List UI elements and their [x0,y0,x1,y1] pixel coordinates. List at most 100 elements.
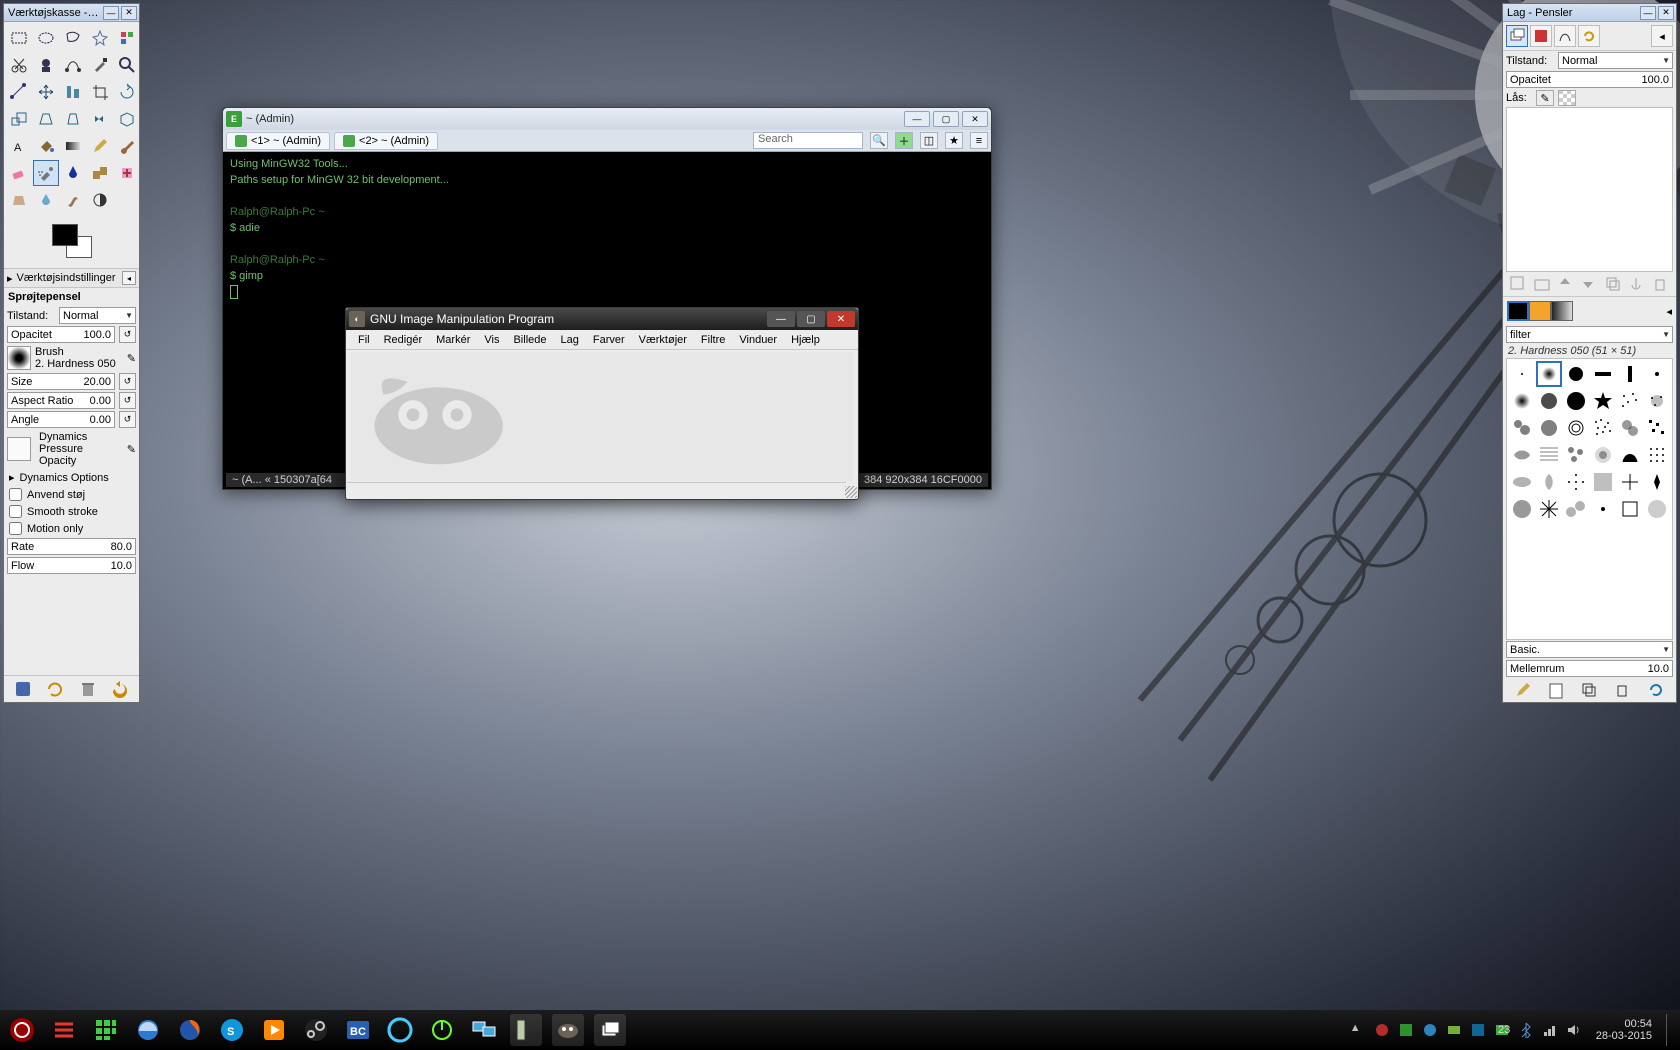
menu-billede[interactable]: Billede [507,332,552,348]
refresh-brushes-icon[interactable] [1647,681,1665,699]
raise-layer-icon[interactable] [1557,275,1575,293]
menu-hjaelp[interactable]: Hjælp [785,332,826,348]
taskbar-clock[interactable]: 00:54 28-03-2015 [1590,1018,1658,1042]
brush-item[interactable] [1644,469,1670,495]
brush-item[interactable] [1617,496,1643,522]
scale-tool[interactable] [6,106,32,132]
brush-item[interactable] [1563,496,1589,522]
angle-reset-icon[interactable]: ↺ [119,411,136,428]
brush-item[interactable] [1536,469,1562,495]
color-picker-tool[interactable] [87,52,113,78]
dynamics-icon[interactable] [7,437,31,461]
brush-item[interactable] [1536,361,1562,387]
paths-tab[interactable] [1554,25,1576,47]
lock-alpha-icon[interactable] [1558,90,1576,106]
brush-item[interactable] [1644,415,1670,441]
minimize-button[interactable]: — [904,111,930,127]
tray-icon[interactable] [1422,1022,1438,1038]
pencil-tool[interactable] [87,133,113,159]
menu-vaerktojer[interactable]: Værktøjer [633,332,693,348]
taskbar-app-firefox[interactable] [174,1014,206,1046]
text-tool[interactable]: A [6,133,32,159]
zoom-tool[interactable] [114,52,140,78]
new-layer-icon[interactable] [1509,275,1527,293]
gradients-tab[interactable] [1551,301,1573,321]
duplicate-brush-icon[interactable] [1580,681,1598,699]
brush-item[interactable] [1536,496,1562,522]
flow-slider[interactable]: Flow10.0 [7,557,136,574]
blend-tool[interactable] [60,133,86,159]
taskbar-app-menu[interactable] [48,1014,80,1046]
minimize-button[interactable]: — [1640,6,1656,20]
tray-icon[interactable] [1398,1022,1414,1038]
dodge-burn-tool[interactable] [87,187,113,213]
brush-item[interactable] [1644,496,1670,522]
tray-icon[interactable]: 23 [1494,1022,1510,1038]
opacity-slider[interactable]: Opacitet 100.0 [7,326,115,343]
menu-vinduer[interactable]: Vinduer [733,332,783,348]
layer-opacity-slider[interactable]: Opacitet100.0 [1506,71,1673,88]
rotate-tool[interactable] [114,79,140,105]
close-button[interactable]: ✕ [121,6,137,20]
measure-tool[interactable] [6,79,32,105]
taskbar-app-grid[interactable] [90,1014,122,1046]
size-reset-icon[interactable]: ↺ [119,373,136,390]
close-button[interactable]: ✕ [827,311,855,327]
tray-icon[interactable] [1470,1022,1486,1038]
spacing-slider[interactable]: Mellemrum10.0 [1506,660,1673,677]
menu-fil[interactable]: Fil [352,332,376,348]
delete-preset-icon[interactable] [79,680,97,698]
save-preset-icon[interactable] [14,680,32,698]
brush-item[interactable] [1590,442,1616,468]
aspect-reset-icon[interactable]: ↺ [119,392,136,409]
menu-marker[interactable]: Markér [430,332,476,348]
brush-item[interactable] [1563,388,1589,414]
close-button[interactable]: ✕ [962,111,988,127]
expand-dynamics-options[interactable]: ▸ [9,471,15,484]
brush-item[interactable] [1509,388,1535,414]
smudge-tool[interactable] [60,187,86,213]
angle-slider[interactable]: Angle0.00 [7,411,115,428]
shear-tool[interactable] [33,106,59,132]
resize-grip[interactable] [845,486,857,498]
brush-filter-input[interactable]: filter▼ [1506,326,1673,343]
paths-tool[interactable] [60,52,86,78]
align-tool[interactable] [60,79,86,105]
crop-tool[interactable] [87,79,113,105]
terminal-tab-2[interactable]: <2> ~ (Admin) [334,132,438,150]
delete-brush-icon[interactable] [1614,681,1632,699]
opacity-reset-icon[interactable]: ↺ [119,326,136,343]
close-button[interactable]: ✕ [1658,6,1674,20]
taskbar-app-mediaplayer[interactable] [258,1014,290,1046]
menu-rediger[interactable]: Redigér [378,332,429,348]
show-desktop-button[interactable] [1666,1014,1674,1046]
scissors-tool[interactable] [6,52,32,78]
brush-item[interactable] [1617,361,1643,387]
brush-item[interactable] [1536,415,1562,441]
taskbar-running-gimp-toolbox[interactable] [510,1014,542,1046]
split-button[interactable]: ◫ [920,132,938,149]
tray-volume-icon[interactable] [1566,1022,1582,1038]
brush-item[interactable] [1563,361,1589,387]
brush-item[interactable] [1617,442,1643,468]
move-tool[interactable] [33,79,59,105]
taskbar-app-power[interactable] [426,1014,458,1046]
brush-item[interactable] [1590,415,1616,441]
new-tab-button[interactable]: ＋ [895,132,913,149]
taskbar-running-gimp-main[interactable] [552,1014,584,1046]
brush-edit-button[interactable]: ✎ [127,352,136,365]
delete-layer-icon[interactable] [1652,275,1670,293]
taskbar-app-screens[interactable] [468,1014,500,1046]
terminal-search-input[interactable]: Search [753,132,863,149]
menu-farver[interactable]: Farver [587,332,631,348]
brush-item[interactable] [1509,415,1535,441]
minimize-button[interactable]: — [103,6,119,20]
lower-layer-icon[interactable] [1580,275,1598,293]
foreground-select-tool[interactable] [33,52,59,78]
search-go-icon[interactable]: 🔍 [870,132,888,149]
mode-combo[interactable]: Normal▼ [59,307,136,324]
brush-item[interactable] [1644,388,1670,414]
gimp-empty-canvas[interactable] [351,352,853,481]
apply-jitter-check[interactable] [9,488,22,501]
rate-slider[interactable]: Rate80.0 [7,538,136,555]
